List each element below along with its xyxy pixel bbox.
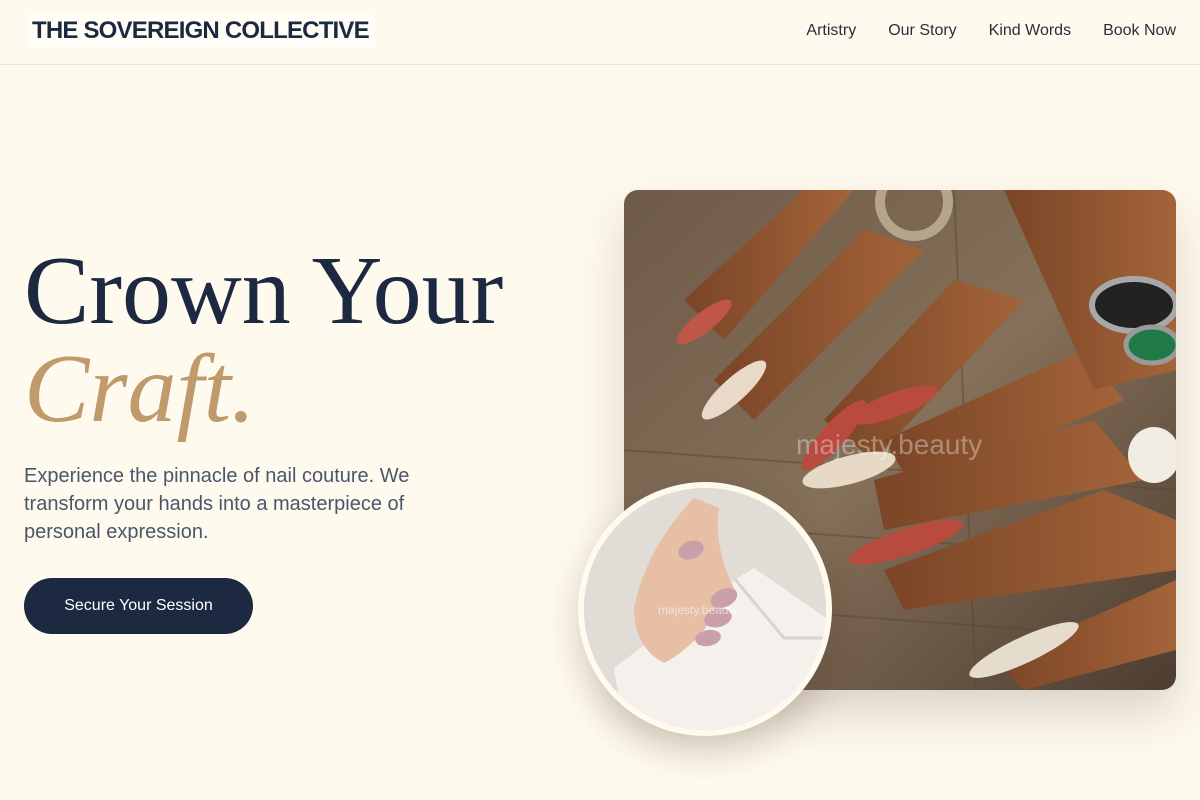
- site-header: THE SOVEREIGN COLLECTIVE Artistry Our St…: [0, 0, 1200, 65]
- hero-title-line-1: Crown Your: [24, 237, 504, 345]
- nav-item-artistry[interactable]: Artistry: [806, 21, 856, 41]
- nav-item-kind-words[interactable]: Kind Words: [989, 21, 1071, 41]
- inset-photo-frame: majesty.beauty: [578, 482, 832, 736]
- inset-photo-watermark: majesty.beauty: [658, 603, 738, 617]
- hero-title: Crown Your Craft.: [24, 242, 503, 438]
- nav-item-our-story[interactable]: Our Story: [888, 21, 956, 41]
- pink-nails-hand-image: majesty.beauty: [584, 488, 826, 730]
- main-photo-watermark: majesty.beauty: [796, 429, 982, 460]
- inset-photo: majesty.beauty: [584, 488, 826, 730]
- nav-item-book-now[interactable]: Book Now: [1103, 21, 1176, 41]
- brand-logo[interactable]: THE SOVEREIGN COLLECTIVE: [26, 14, 375, 48]
- hero-description: Experience the pinnacle of nail couture.…: [24, 465, 410, 543]
- secure-session-button[interactable]: Secure Your Session: [24, 578, 253, 634]
- main-nav: Artistry Our Story Kind Words Book Now: [806, 21, 1176, 41]
- hero-title-accent: Craft.: [24, 335, 256, 443]
